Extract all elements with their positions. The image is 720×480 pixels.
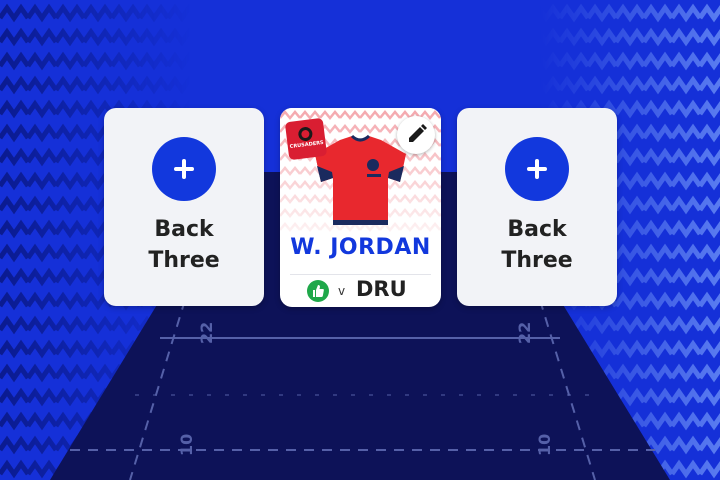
pitch-marker-22-left: 22: [197, 322, 216, 344]
player-name: W. JORDAN: [290, 235, 431, 260]
thumbs-up-icon: [307, 280, 329, 302]
pitch-marker-10-right: 10: [535, 434, 554, 456]
team-logo-icon: [298, 127, 313, 142]
empty-slot-card-left[interactable]: Back Three: [104, 108, 264, 306]
edit-icon: [409, 124, 427, 142]
position-label: Back Three: [501, 217, 573, 273]
pitch-marker-22-right: 22: [515, 322, 534, 344]
add-icon[interactable]: [152, 137, 216, 201]
fixture-row: v DRU: [280, 277, 441, 304]
divider: [290, 274, 431, 275]
team-badge: CRUSADERS: [284, 117, 328, 161]
player-card[interactable]: CRUSADERS W. JORDAN v DRU: [280, 108, 441, 307]
position-label: Back Three: [148, 217, 220, 273]
pitch-marker-10-left: 10: [177, 434, 196, 456]
opponent-name: DRU: [356, 277, 407, 301]
empty-slot-card-right[interactable]: Back Three: [457, 108, 617, 306]
edit-button[interactable]: [397, 116, 435, 154]
add-icon[interactable]: [505, 137, 569, 201]
versus-label: v: [338, 284, 346, 298]
